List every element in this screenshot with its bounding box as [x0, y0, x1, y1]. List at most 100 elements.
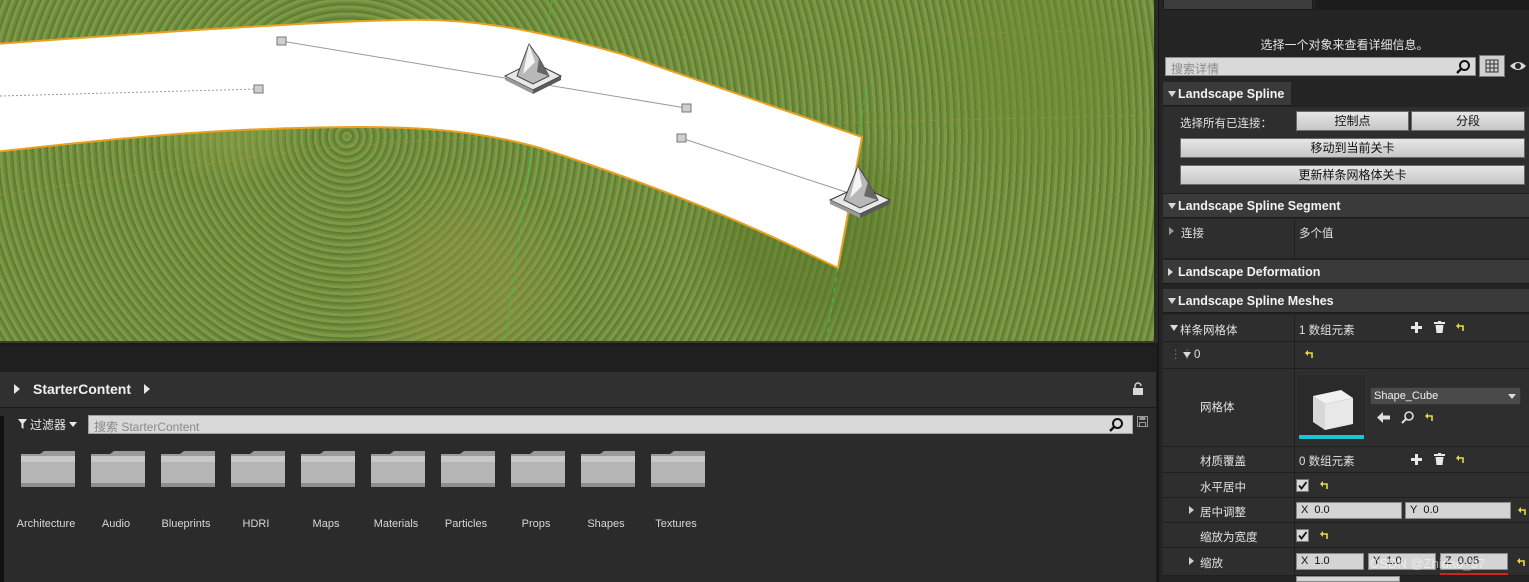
reset-to-default-icon[interactable]: [1518, 507, 1527, 516]
folder-item[interactable]: Maps: [290, 450, 362, 540]
column-divider: [1294, 548, 1295, 575]
folder-item[interactable]: Particles: [430, 450, 502, 540]
folder-label: Textures: [655, 518, 697, 530]
mesh-thumbnail[interactable]: [1298, 375, 1365, 440]
section-spline-segment[interactable]: Landscape Spline Segment: [1163, 194, 1529, 218]
reset-to-default-icon[interactable]: [1517, 558, 1526, 567]
trash-icon[interactable]: [1434, 321, 1445, 333]
expand-arrow-icon[interactable]: [1189, 557, 1194, 565]
array-index-label: 0: [1194, 349, 1201, 361]
trash-icon[interactable]: [1434, 453, 1445, 465]
select-segments-button[interactable]: 分段: [1411, 111, 1525, 131]
reset-to-default-icon[interactable]: [1305, 350, 1314, 359]
folder-item[interactable]: Materials: [360, 450, 432, 540]
section-title: Landscape Spline Meshes: [1178, 294, 1334, 308]
reset-to-default-icon[interactable]: [1320, 531, 1329, 540]
move-to-level-button[interactable]: 移动到当前关卡: [1180, 138, 1525, 158]
folder-icon: [91, 451, 145, 487]
search-icon[interactable]: [1455, 59, 1471, 75]
folder-item[interactable]: Textures: [640, 450, 712, 540]
array-element-row: ⋮⋮ 0: [1163, 342, 1529, 369]
folder-icon: [21, 451, 75, 487]
save-search-icon[interactable]: [1137, 416, 1148, 427]
path-next-arrow-icon[interactable]: [144, 384, 150, 394]
details-search-input[interactable]: 搜索详情: [1165, 57, 1476, 76]
folder-item[interactable]: Shapes: [570, 450, 642, 540]
section-landscape-deformation[interactable]: Landscape Deformation: [1163, 260, 1529, 284]
section-title: Landscape Spline: [1178, 87, 1285, 101]
folder-icon: [441, 451, 495, 487]
expand-arrow-icon[interactable]: [1189, 506, 1194, 514]
folder-icon: [161, 451, 215, 487]
collapse-arrow-icon: [1168, 298, 1176, 304]
select-all-label: 选择所有已连接：: [1180, 118, 1272, 130]
collapse-arrow-icon[interactable]: [1183, 352, 1191, 358]
center-adjust-x-field[interactable]: X 0.0: [1296, 502, 1402, 519]
mesh-value: Shape_Cube: [1374, 390, 1439, 402]
column-divider: [1294, 369, 1295, 446]
content-search-input[interactable]: 搜索 StarterContent: [88, 415, 1133, 434]
chevron-down-icon: [1508, 394, 1516, 399]
column-divider: [1294, 498, 1295, 522]
next-field-partial[interactable]: [1296, 576, 1400, 582]
column-divider: [1294, 219, 1295, 258]
path-crumb[interactable]: StarterContent: [33, 381, 131, 397]
collapse-arrow-icon[interactable]: [1170, 325, 1178, 331]
section-landscape-spline[interactable]: Landscape Spline: [1163, 82, 1529, 106]
select-control-points-button[interactable]: 控制点: [1296, 111, 1409, 131]
path-root-arrow-icon[interactable]: [14, 384, 20, 394]
checkmark-icon: [1298, 481, 1308, 490]
search-icon[interactable]: [1108, 417, 1124, 433]
scale-to-width-row: 缩放为宽度: [1163, 523, 1529, 548]
filter-button[interactable]: 过滤器: [18, 415, 78, 433]
spline-scene: [0, 0, 1151, 341]
section-spline-meshes[interactable]: Landscape Spline Meshes: [1163, 289, 1529, 313]
mesh-label: 网格体: [1200, 402, 1235, 414]
center-horizontally-label: 水平居中: [1200, 482, 1246, 494]
expand-arrow-icon[interactable]: [1169, 227, 1174, 235]
update-mesh-level-button[interactable]: 更新样条网格体关卡: [1180, 165, 1525, 185]
tangent-handle: [681, 103, 692, 113]
details-hint: 选择一个对象来查看详细信息。: [1260, 38, 1429, 52]
folder-icon: [511, 451, 565, 487]
spline-actions-row: 选择所有已连接： 控制点 分段 移动到当前关卡 更新样条网格体关卡: [1163, 107, 1529, 194]
watermark: CSDN @Zhidao_97: [1370, 556, 1486, 571]
folder-item[interactable]: Architecture: [10, 450, 82, 540]
checkmark-icon: [1298, 531, 1308, 540]
add-element-icon[interactable]: [1411, 454, 1422, 465]
folder-item[interactable]: HDRI: [220, 450, 292, 540]
reset-to-default-icon[interactable]: [1456, 323, 1465, 332]
connections-value: 多个值: [1299, 228, 1334, 240]
folder-item[interactable]: Blueprints: [150, 450, 222, 540]
level-viewport[interactable]: [0, 0, 1156, 343]
column-divider: [1294, 447, 1295, 472]
reset-to-default-icon[interactable]: [1456, 455, 1465, 464]
content-browser-toolbar: [0, 345, 1156, 372]
details-panel: 选择一个对象来查看详细信息。 搜索详情 Landscape Spline 选择所…: [1158, 0, 1529, 582]
folder-item[interactable]: Props: [500, 450, 572, 540]
reset-to-default-icon[interactable]: [1320, 481, 1329, 490]
collapse-arrow-icon: [1168, 91, 1176, 97]
mesh-asset-dropdown[interactable]: Shape_Cube: [1370, 387, 1521, 405]
eye-icon[interactable]: [1509, 60, 1527, 72]
details-tab[interactable]: [1163, 0, 1313, 10]
use-selected-arrow-icon[interactable]: [1377, 412, 1390, 423]
chevron-down-icon: [69, 421, 78, 427]
lock-icon[interactable]: [1132, 382, 1144, 396]
spline-meshes-label: 样条网格体: [1180, 325, 1238, 337]
center-adjust-y-field[interactable]: Y 0.0: [1405, 502, 1511, 519]
connections-label: 连接: [1181, 228, 1204, 240]
folder-item[interactable]: Audio: [80, 450, 152, 540]
property-matrix-button[interactable]: [1479, 55, 1505, 77]
funnel-icon: [18, 419, 27, 429]
center-horizontally-checkbox[interactable]: [1296, 479, 1309, 492]
add-element-icon[interactable]: [1411, 322, 1422, 333]
scale-to-width-checkbox[interactable]: [1296, 529, 1309, 542]
browse-search-icon[interactable]: [1401, 411, 1414, 424]
reset-to-default-icon[interactable]: [1425, 413, 1434, 422]
connections-row[interactable]: 连接 多个值: [1163, 219, 1529, 259]
scale-x-field[interactable]: X 1.0: [1296, 553, 1364, 570]
folder-icon: [301, 451, 355, 487]
scale-to-width-label: 缩放为宽度: [1200, 532, 1258, 544]
folder-icon: [371, 451, 425, 487]
